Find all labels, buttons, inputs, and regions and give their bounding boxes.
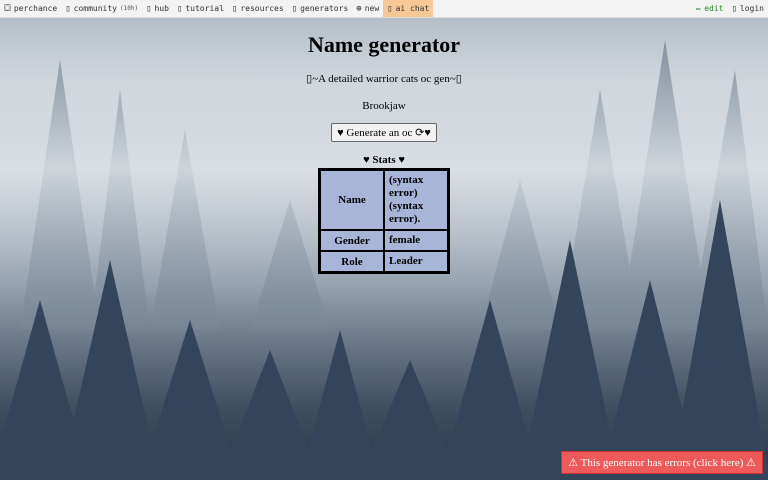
generators-icon: ▯ bbox=[291, 3, 298, 14]
edit-label: edit bbox=[704, 4, 724, 13]
nav-label: hub bbox=[154, 4, 169, 13]
stat-key: Role bbox=[320, 251, 384, 272]
stat-value: female bbox=[384, 230, 448, 251]
top-navigation-bar: ⛋ perchance ▯ community (10h) ▯ hub ▯ tu… bbox=[0, 0, 768, 18]
login-label: login bbox=[739, 4, 764, 13]
login-icon: ▯ bbox=[731, 3, 737, 14]
new-plus-icon: ⊕ bbox=[356, 3, 362, 14]
nav-label: ai chat bbox=[395, 4, 430, 13]
nav-perchance[interactable]: ⛋ perchance bbox=[0, 0, 61, 17]
hub-icon: ▯ bbox=[146, 3, 152, 14]
nav-tutorial[interactable]: ▯ tutorial bbox=[173, 0, 228, 17]
pencil-icon: ✏ bbox=[695, 3, 702, 14]
nav-generators[interactable]: ▯ generators bbox=[288, 0, 353, 17]
generator-content: Name generator ▯~A detailed warrior cats… bbox=[0, 17, 768, 274]
nav-label: tutorial bbox=[185, 4, 224, 13]
topbar-right-group: ✏ edit ▯ login bbox=[692, 0, 768, 17]
table-row: Name (syntax error) (syntax error). bbox=[320, 170, 448, 230]
page-subtitle: ▯~A detailed warrior cats oc gen~▯ bbox=[306, 73, 462, 85]
nav-hub[interactable]: ▯ hub bbox=[142, 0, 173, 17]
nav-label: generators bbox=[300, 4, 349, 13]
stat-value: Leader bbox=[384, 251, 448, 272]
resources-icon: ▯ bbox=[231, 3, 238, 14]
stat-key: Gender bbox=[320, 230, 384, 251]
nav-label: resources bbox=[240, 4, 284, 13]
stats-heading: ♥ Stats ♥ bbox=[363, 154, 405, 166]
nav-label: perchance bbox=[13, 4, 58, 13]
table-row: Role Leader bbox=[320, 251, 448, 272]
generated-result: Brookjaw bbox=[362, 100, 406, 112]
community-activity-badge: (10h) bbox=[120, 5, 139, 12]
login-link[interactable]: ▯ login bbox=[727, 0, 768, 17]
tutorial-icon: ▯ bbox=[176, 3, 183, 14]
ai-chat-icon: ▯ bbox=[387, 3, 393, 14]
nav-resources[interactable]: ▯ resources bbox=[228, 0, 288, 17]
community-icon: ▯ bbox=[65, 3, 71, 14]
nav-label: community bbox=[73, 4, 117, 13]
table-row: Gender female bbox=[320, 230, 448, 251]
stats-table: Name (syntax error) (syntax error). Gend… bbox=[318, 168, 450, 274]
edit-link[interactable]: ✏ edit bbox=[692, 0, 728, 17]
generator-errors-banner[interactable]: ⚠ This generator has errors (click here)… bbox=[561, 451, 763, 474]
generate-oc-button[interactable]: ♥ Generate an oc ⟳♥ bbox=[331, 123, 437, 142]
nav-label: new bbox=[364, 4, 380, 13]
nav-new[interactable]: ⊕ new bbox=[352, 0, 383, 17]
nav-ai-chat[interactable]: ▯ ai chat bbox=[383, 0, 434, 17]
page-title: Name generator bbox=[307, 32, 461, 57]
stat-key: Name bbox=[320, 170, 384, 230]
perchance-logo-icon: ⛋ bbox=[4, 3, 11, 14]
nav-community[interactable]: ▯ community (10h) bbox=[61, 0, 142, 17]
stat-value: (syntax error) (syntax error). bbox=[384, 170, 448, 230]
